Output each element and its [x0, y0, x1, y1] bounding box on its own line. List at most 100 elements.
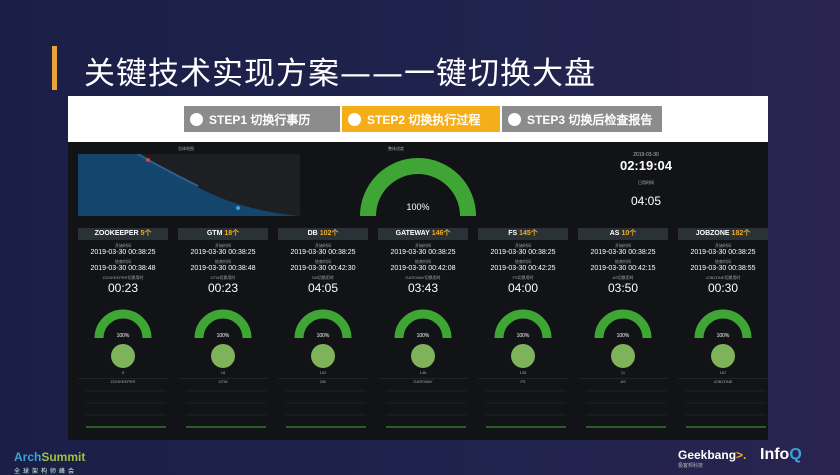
step-dot-icon: [190, 112, 203, 126]
column-name: DB: [307, 230, 318, 237]
column-pie: 102: [311, 344, 335, 375]
component-column: DB 102个 开始时间 2019-03-30 00:38:25 结束时间 2019-0…: [278, 228, 368, 438]
step-3-button[interactable]: STEP3 切换后检查报告: [502, 106, 662, 132]
end-time: 2019-03-30 00:38:48: [190, 265, 256, 272]
main-progress-gauge: 100%: [360, 158, 476, 217]
column-gauge: 100%: [694, 309, 752, 339]
component-column: GTM 18个 开始时间 2019-03-30 00:38:25 结束时间 2019-0…: [178, 228, 268, 438]
column-gauge-value: 100%: [417, 333, 430, 339]
step-1-label: STEP1 切换行事历: [209, 112, 311, 127]
start-time: 2019-03-30 00:38:25: [190, 249, 256, 256]
line-chart-title: GTM: [218, 379, 228, 384]
column-gauge: 100%: [194, 309, 252, 339]
duration-value: 04:00: [507, 281, 539, 295]
elapsed-label: 已用时间: [638, 180, 654, 185]
column-name: AS: [609, 230, 620, 237]
column-header: GTM 18个: [178, 228, 268, 240]
column-name: JOBZONE: [695, 230, 730, 237]
start-time: 2019-03-30 00:38:25: [590, 249, 656, 256]
dashboard-panel: 总体地图 整体进度 100% 2019-03-30 02:19:04 已用时间 …: [68, 142, 768, 440]
column-gauge: 100%: [394, 309, 452, 339]
step-2-button[interactable]: STEP2 切换执行过程: [342, 106, 500, 132]
line-chart-title: DB: [320, 379, 326, 384]
end-time: 2019-03-30 00:42:08: [390, 265, 456, 272]
column-pie: 5: [111, 344, 135, 375]
line-chart-title: GATEWAY: [413, 379, 433, 384]
column-line-chart: JOBZONE: [678, 378, 768, 439]
line-chart-plot: [686, 390, 766, 428]
duration-value: 03:43: [407, 281, 439, 295]
slide-title: 关键技术实现方案——一键切换大盘: [84, 56, 596, 92]
archsummit-logo-a: Arch: [14, 450, 42, 464]
step-1-button[interactable]: STEP1 切换行事历: [184, 106, 340, 132]
column-header: AS 10个: [578, 228, 668, 240]
pie-count: 18: [221, 370, 226, 375]
duration-value: 03:50: [607, 281, 639, 295]
column-name: GATEWAY: [395, 230, 430, 237]
component-column: ZOOKEEPER 5个 开始时间 2019-03-30 00:38:25 结束时间 2…: [78, 228, 168, 438]
duration-value: 04:05: [307, 281, 339, 295]
column-count: 102个: [319, 230, 339, 237]
start-time: 2019-03-30 00:38:25: [290, 249, 356, 256]
column-pie: 18: [211, 344, 235, 375]
duration-value: 00:23: [207, 281, 239, 295]
column-count: 10个: [621, 230, 637, 237]
column-name: ZOOKEEPER: [94, 230, 139, 237]
column-line-chart: GTM: [178, 378, 268, 439]
infoq-logo-b: Q: [789, 446, 802, 463]
infoq-logo-a: Info: [760, 446, 790, 463]
column-count: 5个: [140, 230, 152, 237]
column-gauge: 100%: [494, 309, 552, 339]
column-pie: 11: [611, 344, 635, 375]
main-gauge-title: 整体进度: [388, 146, 404, 151]
pie-count: 5: [122, 370, 125, 375]
line-chart-title: AS: [620, 379, 626, 384]
start-time: 2019-03-30 00:38:25: [690, 249, 756, 256]
column-line-chart: FS: [478, 378, 568, 439]
start-time: 2019-03-30 00:38:25: [490, 249, 556, 256]
column-pie: 145: [511, 344, 535, 375]
geekbang-logo: Geekbang>. 极客邦科技: [678, 448, 746, 469]
step-dot-icon: [348, 112, 361, 126]
column-line-chart: GATEWAY: [378, 378, 468, 439]
duration-value: 00:30: [707, 281, 739, 295]
duration-value: 00:23: [107, 281, 139, 295]
column-line-chart: AS: [578, 378, 668, 439]
line-chart-title: FS: [520, 379, 526, 384]
component-column: FS 145个 开始时间 2019-03-30 00:38:25 结束时间 2019-0…: [478, 228, 568, 438]
column-gauge: 100%: [294, 309, 352, 339]
column-gauge: 100%: [594, 309, 652, 339]
end-time: 2019-03-30 00:38:55: [690, 265, 756, 272]
column-pie: 187: [711, 344, 735, 375]
start-time: 2019-03-30 00:38:25: [390, 249, 456, 256]
column-gauge-value: 100%: [317, 333, 330, 339]
line-chart-title: JOBZONE: [713, 379, 733, 384]
column-gauge-value: 100%: [517, 333, 530, 339]
map-title: 总体地图: [178, 146, 194, 151]
clock-time: 02:19:04: [619, 158, 673, 173]
column-header: JOBZONE 182个: [678, 228, 768, 240]
column-count: 18个: [224, 230, 240, 237]
step-dot-icon: [508, 112, 521, 126]
geekbang-arrow: >.: [736, 448, 747, 462]
map-chart: [78, 153, 300, 216]
line-chart-plot: [486, 390, 566, 428]
elapsed-time: 04:05: [630, 194, 662, 208]
line-chart-plot: [586, 390, 666, 428]
slide-accent-bar: [52, 46, 57, 90]
step-3-label: STEP3 切换后检查报告: [527, 112, 653, 127]
start-time: 2019-03-30 00:38:25: [90, 249, 156, 256]
pie-count: 146: [420, 370, 427, 375]
end-time: 2019-03-30 00:42:25: [490, 265, 556, 272]
geekbang-name: Geekbang: [678, 448, 737, 462]
column-name: FS: [508, 230, 518, 237]
column-line-chart: ZOOKEEPER: [78, 378, 168, 439]
archsummit-logo: ArchSummit 全球架构师峰会: [14, 448, 85, 475]
pie-count: 11: [621, 370, 626, 375]
column-count: 182个: [731, 230, 751, 237]
end-time: 2019-03-30 00:42:30: [290, 265, 356, 272]
column-header: FS 145个: [478, 228, 568, 240]
component-column: GATEWAY 146个 开始时间 2019-03-30 00:38:25 结束时间 2…: [378, 228, 468, 438]
column-gauge: 100%: [94, 309, 152, 339]
column-pie: 146: [411, 344, 435, 375]
